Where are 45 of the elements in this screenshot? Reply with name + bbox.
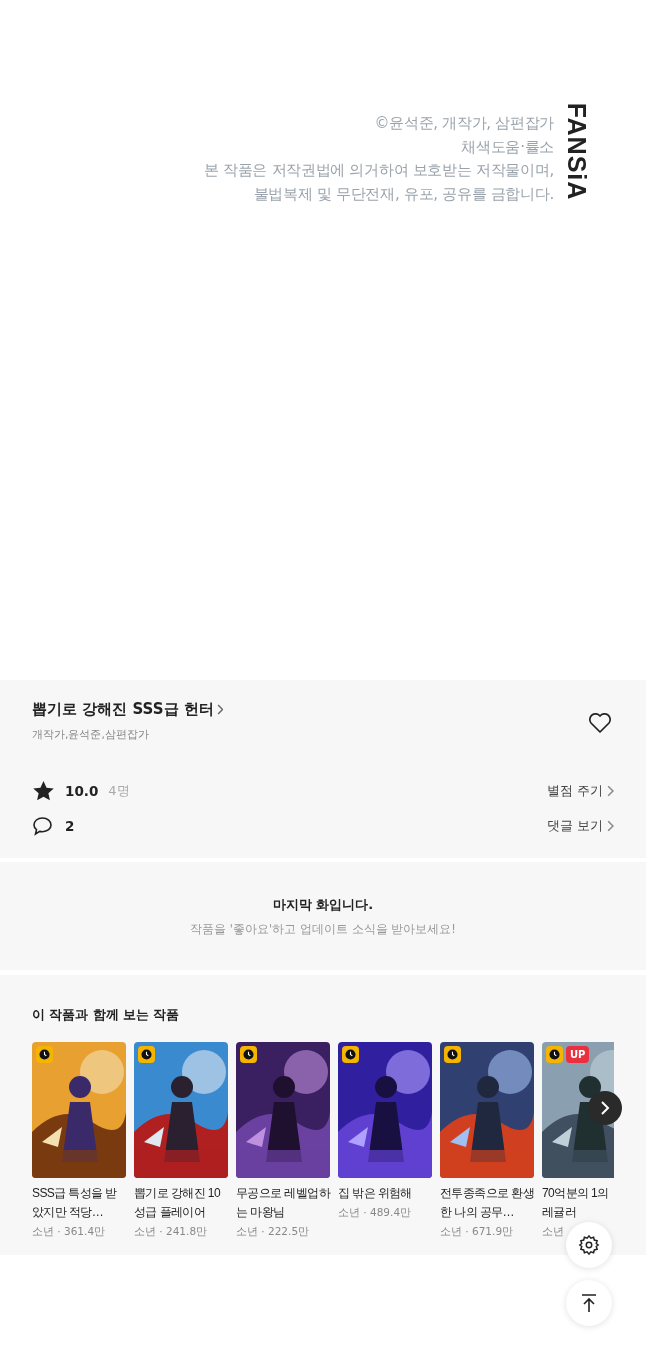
rater-count: 4명 — [108, 782, 130, 800]
scroll-top-button[interactable] — [566, 1280, 612, 1326]
settings-icon — [578, 1234, 600, 1256]
notice-title: 마지막 화입니다. — [271, 896, 375, 914]
work-stats: 소년 · 222.5만 — [236, 1225, 310, 1239]
copyright-text: 본 작품은 저작권법에 의거하여 보호받는 저작물이며, — [203, 160, 554, 181]
work-title: 70억분의 1의 레귤러 — [542, 1185, 610, 1221]
arrow-up-icon — [580, 1293, 598, 1313]
section-heading: 이 작품과 함께 보는 작품 — [32, 1007, 181, 1024]
work-stats: 소년 · 671.9만 — [440, 1225, 514, 1239]
recommended-work-card[interactable]: SSS급 특성을 받았지만 적당… 소년 · 361.4만 — [32, 1042, 126, 1239]
copyright-text: ©윤석준, 개작가, 삼편잡가 — [374, 113, 554, 134]
recommended-work-card[interactable]: 전투종족으로 환생한 나의 공무… 소년 · 671.9만 — [440, 1042, 534, 1239]
chevron-right-icon — [600, 1100, 610, 1116]
comment-count: 2 — [65, 818, 75, 834]
publisher-logo: FANSiA — [562, 102, 592, 200]
notice-text: 작품을 '좋아요'하고 업데이트 소식을 받아보세요! — [189, 922, 457, 937]
work-title: 무공으로 레벨업하는 마왕님 — [236, 1185, 330, 1221]
settings-button[interactable] — [566, 1222, 612, 1268]
work-title-link[interactable]: 뽑기로 강해진 SSS급 헌터 — [32, 700, 224, 719]
work-title: 전투종족으로 환생한 나의 공무… — [440, 1185, 534, 1221]
copyright-text: 불법복제 및 무단전재, 유포, 공유를 금합니다. — [253, 183, 554, 205]
comments-link[interactable]: 댓글 보기 — [546, 817, 614, 835]
heart-icon[interactable] — [588, 712, 612, 734]
authors-text: 개작가,윤석준,삼편잡가 — [32, 727, 150, 742]
copyright-text: 채색도움·률소 — [461, 136, 554, 158]
recommended-work-card[interactable]: 뽑기로 강해진 10성급 플레이어 소년 · 241.8만 — [134, 1042, 228, 1239]
recommended-work-card[interactable]: 무공으로 레벨업하는 마왕님 소년 · 222.5만 — [236, 1042, 330, 1239]
work-stats: 소년 — [542, 1225, 564, 1239]
work-title: 뽑기로 강해진 10성급 플레이어 — [134, 1185, 222, 1221]
work-title: 집 밖은 위험해 — [338, 1185, 413, 1202]
update-badge: UP — [566, 1046, 590, 1063]
work-title: SSS급 특성을 받았지만 적당… — [32, 1185, 118, 1221]
recommended-work-card[interactable]: UP 70억분의 1의 레귤러 소년 — [542, 1042, 614, 1239]
star-icon — [32, 780, 55, 802]
comment-icon — [32, 816, 53, 836]
work-stats: 소년 · 361.4만 — [32, 1225, 106, 1239]
chevron-icon — [606, 820, 614, 832]
chevron-icon — [606, 785, 614, 797]
work-stats: 소년 · 241.8만 — [134, 1225, 208, 1239]
work-stats: 소년 · 489.4만 — [338, 1206, 412, 1220]
recommended-work-card[interactable]: 집 밖은 위험해 소년 · 489.4만 — [338, 1042, 432, 1239]
chevron-icon — [216, 704, 224, 715]
rate-link[interactable]: 별점 주기 — [546, 782, 614, 800]
rating-value: 10.0 — [65, 783, 99, 799]
